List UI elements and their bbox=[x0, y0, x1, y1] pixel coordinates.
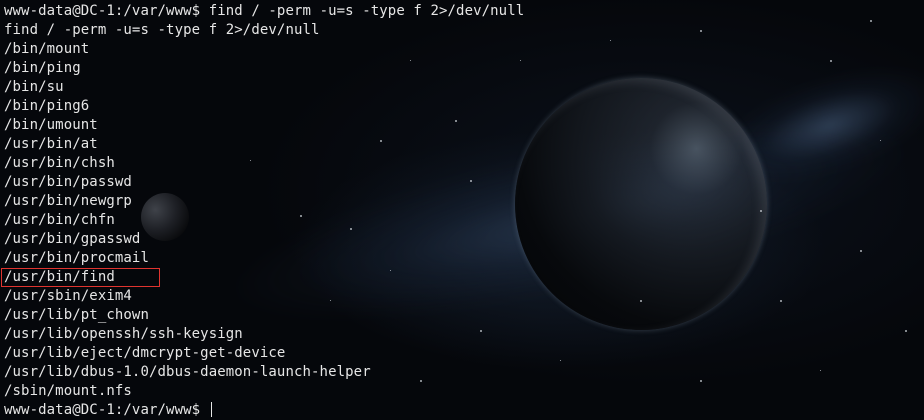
output-line: /bin/mount bbox=[4, 41, 90, 57]
final-prompt-line[interactable]: www-data@DC-1:/var/www$ bbox=[4, 401, 924, 420]
text-cursor bbox=[210, 402, 212, 417]
shell-prompt: www-data@DC-1:/var/www$ bbox=[4, 402, 201, 418]
output-line: /bin/ping bbox=[4, 60, 81, 76]
output-line: /sbin/mount.nfs bbox=[4, 383, 132, 399]
output-line: /usr/bin/chfn bbox=[4, 212, 115, 228]
output-list: /bin/mount/bin/ping/bin/su/bin/ping6/bin… bbox=[4, 40, 924, 401]
shell-prompt: www-data@DC-1:/var/www$ bbox=[4, 3, 201, 19]
output-line: /usr/bin/procmail bbox=[4, 250, 149, 266]
output-line: /usr/lib/eject/dmcrypt-get-device bbox=[4, 345, 286, 361]
output-line: /usr/bin/newgrp bbox=[4, 193, 132, 209]
output-line: /bin/umount bbox=[4, 117, 98, 133]
highlight-annotation-box bbox=[1, 268, 160, 287]
output-line: /usr/lib/pt_chown bbox=[4, 307, 149, 323]
output-line: /usr/bin/chsh bbox=[4, 155, 115, 171]
output-line: /usr/bin/gpasswd bbox=[4, 231, 141, 247]
output-line: /bin/su bbox=[4, 79, 64, 95]
output-line: /usr/lib/dbus-1.0/dbus-daemon-launch-hel… bbox=[4, 364, 371, 380]
output-line: /usr/sbin/exim4 bbox=[4, 288, 132, 304]
output-line: /usr/lib/openssh/ssh-keysign bbox=[4, 326, 243, 342]
command-text: find / -perm -u=s -type f 2>/dev/null bbox=[208, 3, 525, 19]
output-line: /usr/bin/passwd bbox=[4, 174, 132, 190]
output-line: /bin/ping6 bbox=[4, 98, 90, 114]
output-line: /usr/bin/at bbox=[4, 136, 98, 152]
terminal-output[interactable]: www-data@DC-1:/var/www$ find / -perm -u=… bbox=[4, 2, 924, 418]
command-line: www-data@DC-1:/var/www$ find / -perm -u=… bbox=[4, 2, 924, 21]
command-echo: find / -perm -u=s -type f 2>/dev/null bbox=[4, 22, 320, 38]
